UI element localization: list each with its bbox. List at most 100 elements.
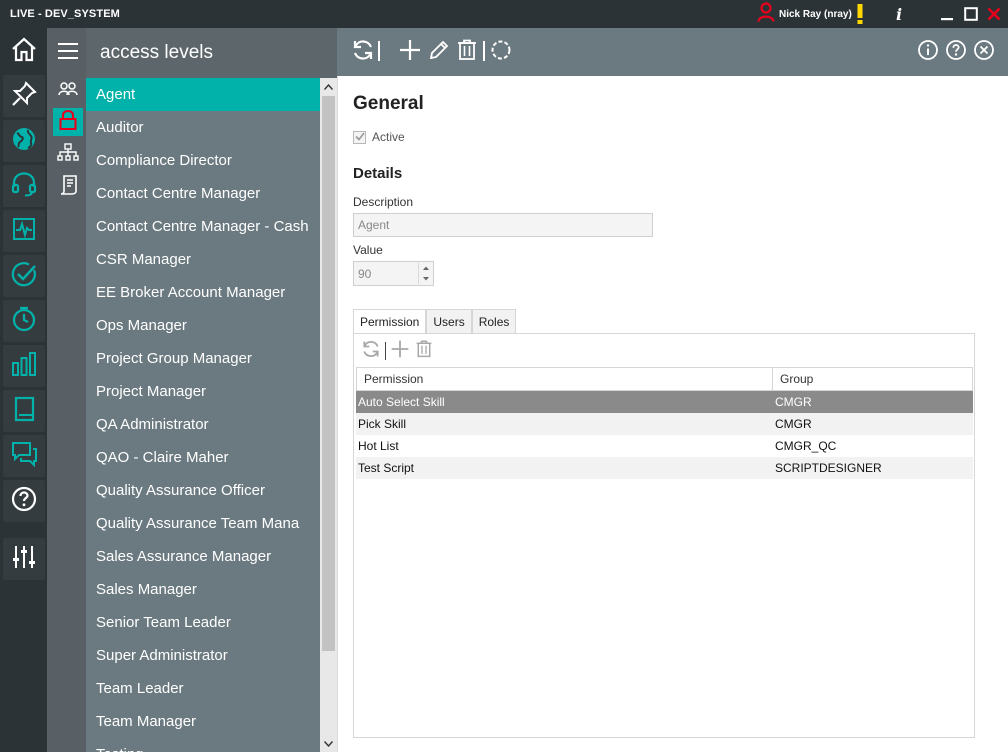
check-circle-icon (10, 260, 38, 293)
refresh-icon (361, 339, 381, 364)
list-item[interactable]: QA Administrator (86, 408, 320, 441)
list-item[interactable]: Auditor (86, 111, 320, 144)
list-item[interactable]: Ops Manager (86, 309, 320, 342)
active-checkbox[interactable] (353, 130, 366, 144)
list-item[interactable]: Team Leader (86, 672, 320, 705)
subnav-access-levels-button[interactable] (53, 108, 83, 136)
user-name: Nick Ray (nray) (779, 8, 852, 20)
rail-reports-button[interactable] (3, 345, 45, 387)
info-icon[interactable]: i (890, 4, 908, 24)
list-item[interactable]: Quality Assurance Team Mana (86, 507, 320, 540)
list-scrollbar[interactable] (320, 78, 337, 752)
rail-settings-button[interactable] (3, 538, 45, 580)
status-button[interactable] (488, 39, 514, 65)
spin-up-button[interactable] (419, 263, 432, 274)
rail-headset-button[interactable] (3, 165, 45, 207)
rail-home-button[interactable] (3, 30, 45, 72)
list-item[interactable]: Project Group Manager (86, 342, 320, 375)
group-cell: SCRIPTDESIGNER (775, 461, 882, 475)
grid-refresh-button[interactable] (359, 339, 383, 363)
tab-roles[interactable]: Roles (471, 309, 517, 334)
access-levels-list[interactable]: Agent Auditor Compliance Director Contact C… (86, 78, 320, 752)
minimize-button[interactable] (937, 4, 957, 24)
add-button[interactable] (397, 39, 423, 65)
help-button[interactable] (943, 39, 969, 65)
rail-clock-button[interactable] (3, 300, 45, 342)
description-label: Description (353, 195, 414, 209)
rail-pulse-button[interactable] (3, 210, 45, 252)
close-button[interactable] (984, 4, 1004, 24)
tab-permission[interactable]: Permission (353, 309, 427, 335)
general-heading: General (353, 93, 424, 114)
home-icon (10, 35, 38, 68)
main-nav-rail (0, 28, 47, 752)
subnav-users-button[interactable] (53, 77, 83, 105)
grid-header: Permission Group (356, 367, 973, 391)
close-circle-icon (973, 39, 995, 66)
menu-toggle-button[interactable] (54, 39, 82, 67)
list-item[interactable]: Senior Team Leader (86, 606, 320, 639)
table-row[interactable]: Auto Select Skill CMGR (356, 391, 973, 413)
panel-title: access levels (100, 42, 213, 63)
list-item[interactable]: Quality Assurance Officer (86, 474, 320, 507)
table-row[interactable]: Pick Skill CMGR (356, 413, 973, 435)
list-item[interactable]: Team Manager (86, 705, 320, 738)
list-item[interactable]: Testing (86, 738, 320, 752)
rail-check-button[interactable] (3, 255, 45, 297)
permission-cell: Hot List (358, 439, 399, 453)
edit-button[interactable] (426, 39, 452, 65)
grid-add-button[interactable] (388, 339, 412, 363)
refresh-icon (351, 38, 375, 67)
grid-delete-button[interactable] (412, 339, 436, 363)
list-item[interactable]: QAO - Claire Maher (86, 441, 320, 474)
spin-down-button[interactable] (419, 274, 432, 285)
warning-icon[interactable] (853, 4, 867, 24)
users-icon (57, 80, 79, 103)
rail-chat-button[interactable] (3, 435, 45, 477)
pin-icon (10, 80, 38, 113)
grid-body: Auto Select Skill CMGR Pick Skill CMGR Hot L… (356, 391, 973, 479)
description-input[interactable] (353, 213, 653, 237)
user-area[interactable]: Nick Ray (nray) (757, 1, 852, 25)
detail-panel: General Active Details Description Value… (337, 76, 1008, 752)
list-item[interactable]: Project Manager (86, 375, 320, 408)
subnav-hierarchy-button[interactable] (53, 141, 83, 169)
rail-pin-button[interactable] (3, 75, 45, 117)
list-item[interactable]: Agent (86, 78, 320, 111)
active-checkbox-row[interactable]: Active (353, 130, 405, 144)
maximize-button[interactable] (961, 4, 981, 24)
list-item[interactable]: Contact Centre Manager (86, 177, 320, 210)
value-stepper[interactable]: 90 (353, 261, 434, 286)
table-row[interactable]: Test Script SCRIPTDESIGNER (356, 457, 973, 479)
value-label: Value (353, 243, 383, 257)
trash-icon (456, 39, 478, 66)
help-circle-icon (945, 39, 967, 66)
column-header-group[interactable]: Group (773, 368, 972, 390)
subnav-scripts-button[interactable] (53, 173, 83, 201)
rail-help-button[interactable] (3, 480, 45, 522)
info-button[interactable] (915, 39, 941, 65)
rail-book-button[interactable] (3, 390, 45, 432)
rail-globe-button[interactable] (3, 120, 45, 162)
globe-icon (10, 125, 38, 158)
list-item[interactable]: Compliance Director (86, 144, 320, 177)
section-nav-rail (47, 28, 86, 752)
scroll-up-arrow[interactable] (320, 78, 337, 95)
list-item[interactable]: CSR Manager (86, 243, 320, 276)
list-item[interactable]: Super Administrator (86, 639, 320, 672)
list-item[interactable]: Sales Assurance Manager (86, 540, 320, 573)
close-detail-button[interactable] (971, 39, 997, 65)
window-title: LIVE - DEV_SYSTEM (10, 8, 120, 20)
refresh-button[interactable] (350, 39, 376, 65)
scroll-down-arrow[interactable] (320, 735, 337, 752)
delete-button[interactable] (454, 39, 480, 65)
table-row[interactable]: Hot List CMGR_QC (356, 435, 973, 457)
column-header-permission[interactable]: Permission (357, 368, 773, 390)
list-item[interactable]: Contact Centre Manager - Cash (86, 210, 320, 243)
list-item[interactable]: EE Broker Account Manager (86, 276, 320, 309)
panel-header: access levels (86, 28, 337, 78)
value-spinner (418, 263, 432, 284)
tab-users[interactable]: Users (426, 309, 472, 334)
list-item[interactable]: Sales Manager (86, 573, 320, 606)
scroll-thumb[interactable] (322, 96, 335, 651)
